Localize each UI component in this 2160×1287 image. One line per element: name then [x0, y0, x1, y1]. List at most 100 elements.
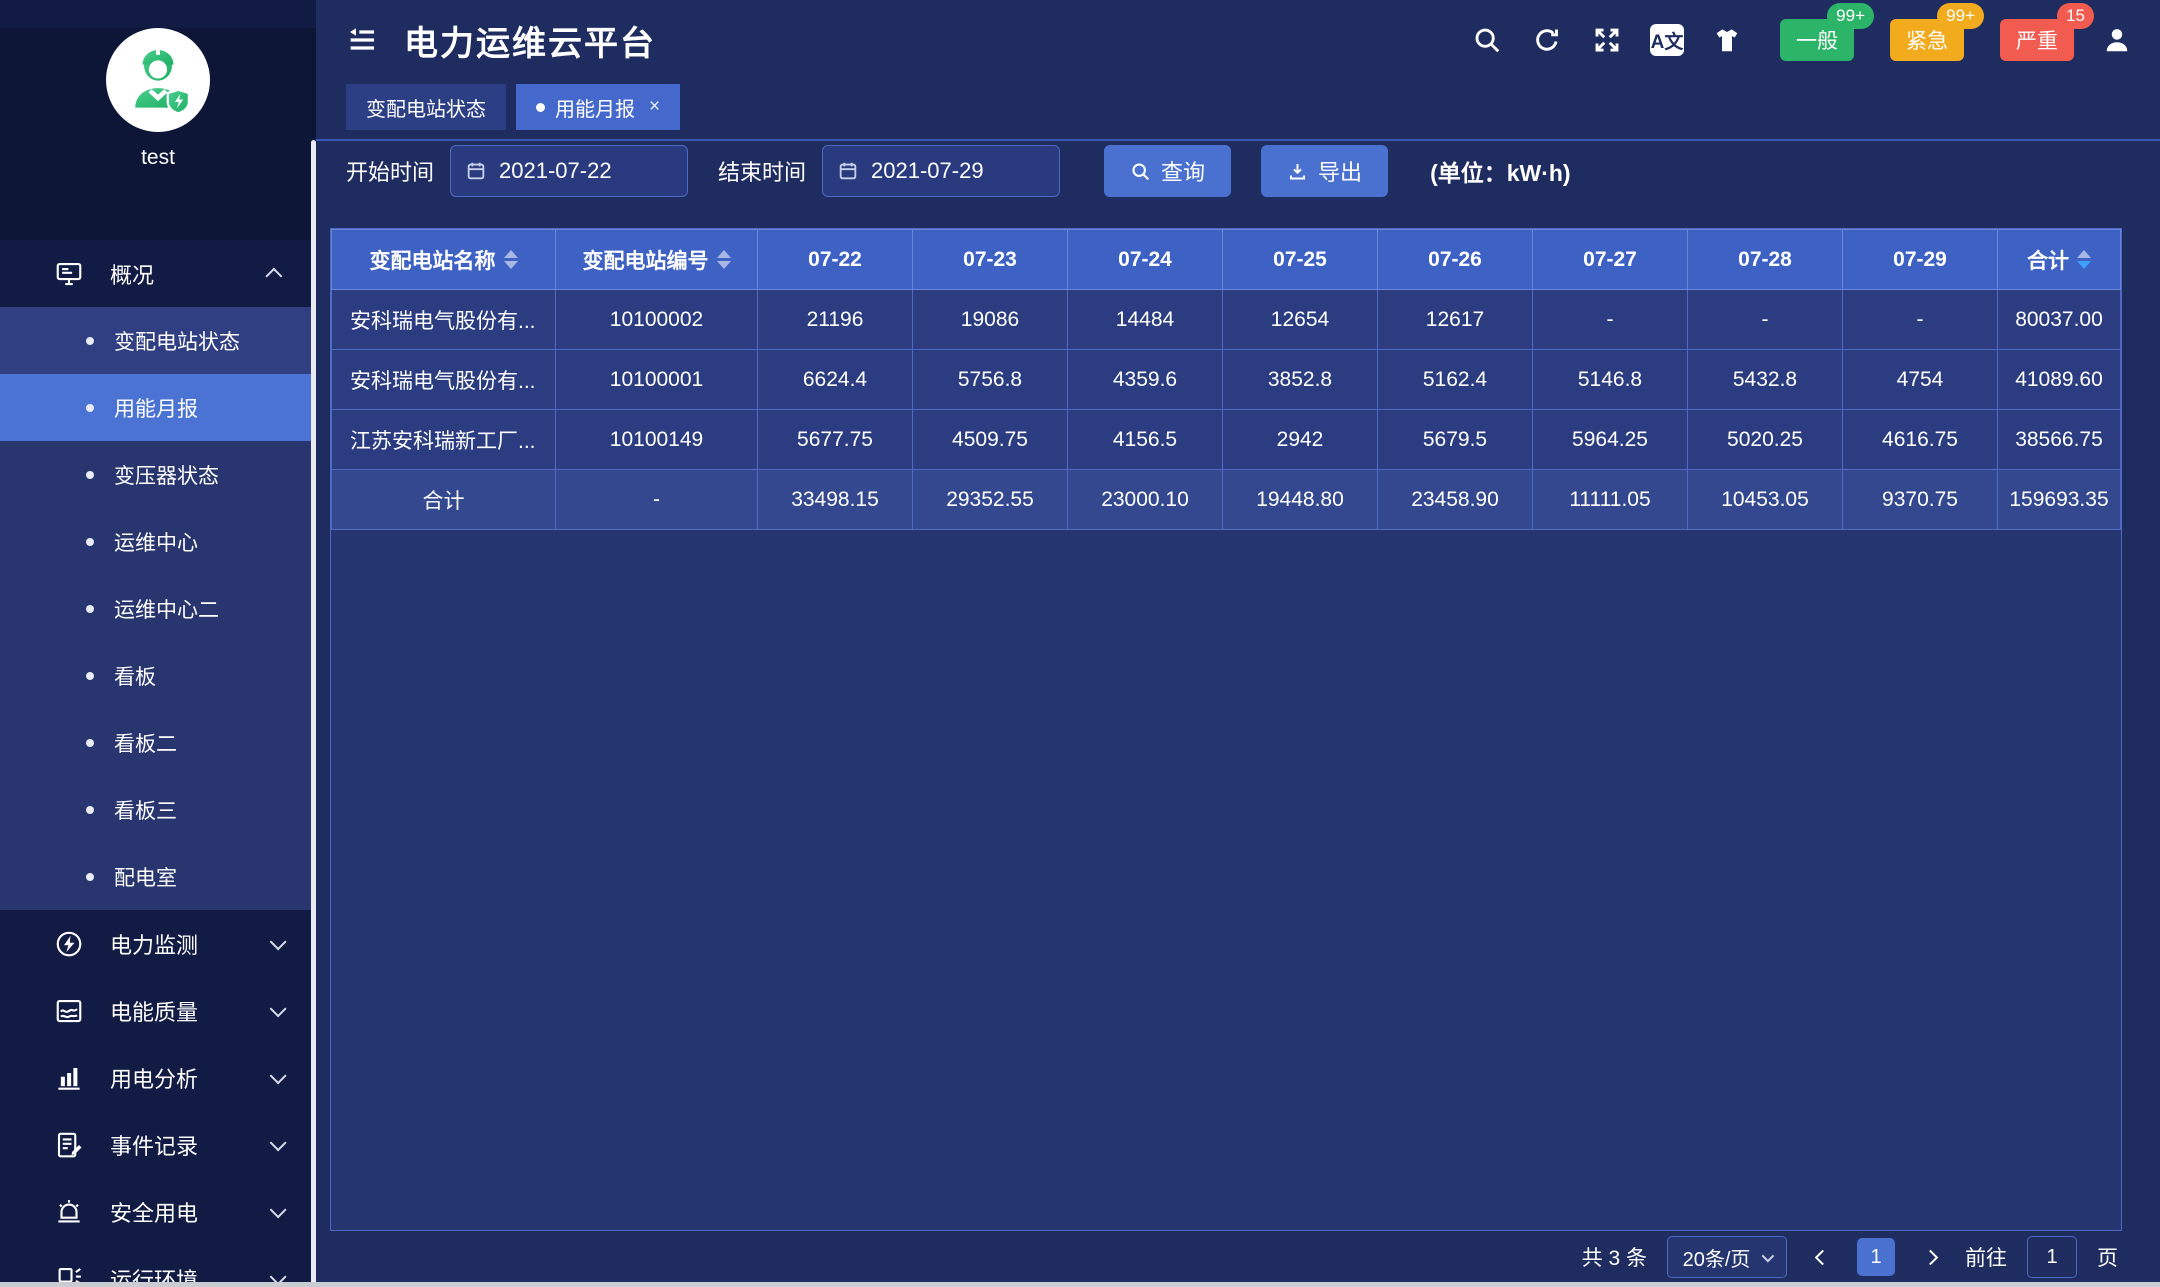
cell-d0723: 19086 [913, 290, 1068, 350]
summary-cell-d0726: 23458.90 [1378, 470, 1533, 530]
chevron-left-icon [1814, 1249, 1830, 1265]
worker-avatar-icon [119, 41, 197, 119]
sidebar-item-board-3[interactable]: 看板三 [0, 776, 316, 843]
column-label: 07-22 [808, 248, 862, 272]
summary-cell-d0727: 11111.05 [1533, 470, 1688, 530]
tab-energy-monthly-report[interactable]: 用能月报 × [516, 84, 680, 130]
sidebar-item-safe-power-use[interactable]: 安全用电 [0, 1178, 316, 1245]
column-header-d0726: 07-26 [1378, 230, 1533, 290]
sidebar-item-substation-status[interactable]: 变配电站状态 [0, 307, 316, 374]
user-icon[interactable] [2100, 23, 2134, 57]
goto-page-input[interactable] [2027, 1236, 2077, 1278]
main-area: 电力运维云平台 A文 [316, 0, 2160, 1287]
sidebar-item-label: 电能质量 [110, 995, 270, 1027]
cell-d0725: 3852.8 [1223, 350, 1378, 410]
chevron-down-icon [270, 1000, 287, 1017]
topbar: 电力运维云平台 A文 [316, 0, 2160, 80]
sidebar-item-power-monitoring[interactable]: 电力监测 [0, 910, 316, 977]
translate-icon[interactable]: A文 [1650, 24, 1684, 56]
end-date-input[interactable]: 2021-07-29 [822, 145, 1060, 197]
sidebar-item-power-room[interactable]: 配电室 [0, 843, 316, 910]
sort-asc-icon[interactable] [2077, 250, 2091, 258]
alert-urgent-button[interactable]: 紧急 99+ [1890, 19, 1964, 61]
column-label: 合计 [2027, 245, 2069, 275]
avatar[interactable] [106, 28, 210, 132]
column-header-station-name[interactable]: 变配电站名称 [332, 230, 556, 290]
sort-carets-icon[interactable] [2077, 250, 2091, 269]
sidebar-item-energy-monthly-report[interactable]: 用能月报 [0, 374, 316, 441]
sort-desc-icon[interactable] [504, 261, 518, 269]
column-header-station-code[interactable]: 变配电站编号 [556, 230, 758, 290]
alert-critical-button[interactable]: 严重 15 [2000, 19, 2074, 61]
sort-asc-icon[interactable] [717, 250, 731, 258]
sidebar-item-label: 电力监测 [110, 928, 270, 960]
sort-desc-icon[interactable] [2077, 261, 2091, 269]
wave-icon [54, 996, 84, 1026]
sidebar-item-event-records[interactable]: 事件记录 [0, 1111, 316, 1178]
table-row[interactable]: 安科瑞电气股份有...101000016624.45756.84359.6385… [332, 350, 2121, 410]
cell-d0723: 5756.8 [913, 350, 1068, 410]
cell-d0724: 14484 [1068, 290, 1223, 350]
cell-d0722: 6624.4 [758, 350, 913, 410]
horizontal-scrollbar[interactable] [0, 1282, 2160, 1287]
sidebar-item-operating-env[interactable]: 运行环境 [0, 1245, 316, 1287]
cell-d0722: 5677.75 [758, 410, 913, 470]
sidebar-item-overview[interactable]: 概况 [0, 240, 316, 307]
refresh-icon[interactable] [1530, 23, 1564, 57]
sidebar-item-ops-center[interactable]: 运维中心 [0, 508, 316, 575]
column-label: 07-26 [1428, 248, 1482, 272]
chevron-down-icon [270, 1134, 287, 1151]
sidebar-item-label: 事件记录 [110, 1129, 270, 1161]
chevron-down-icon [1762, 1249, 1775, 1262]
column-header-d0729: 07-29 [1843, 230, 1998, 290]
table-row[interactable]: 江苏安科瑞新工厂...101001495677.754509.754156.52… [332, 410, 2121, 470]
summary-cell-d0724: 23000.10 [1068, 470, 1223, 530]
cell-station-code: 10100149 [556, 410, 758, 470]
cell-d0726: 12617 [1378, 290, 1533, 350]
sidebar-item-ops-center-2[interactable]: 运维中心二 [0, 575, 316, 642]
start-date-input[interactable]: 2021-07-22 [450, 145, 688, 197]
chevron-down-icon [270, 933, 287, 950]
alert-critical-count-badge: 15 [2057, 3, 2094, 29]
cell-d0728: - [1688, 290, 1843, 350]
export-button[interactable]: 导出 [1261, 145, 1388, 197]
page-size-select[interactable]: 20条/页 [1667, 1236, 1787, 1278]
query-button[interactable]: 查询 [1104, 145, 1231, 197]
next-page-button[interactable] [1915, 1236, 1945, 1278]
sidebar-item-board[interactable]: 看板 [0, 642, 316, 709]
alert-urgent-count-badge: 99+ [1937, 3, 1984, 29]
prev-page-button[interactable] [1807, 1236, 1837, 1278]
page-number-button[interactable]: 1 [1857, 1238, 1895, 1276]
start-date-value: 2021-07-22 [499, 158, 612, 184]
alert-general-button[interactable]: 一般 99+ [1780, 19, 1854, 61]
alert-general-label: 一般 [1796, 30, 1838, 53]
bullet-icon [86, 471, 94, 479]
cell-d0725: 2942 [1223, 410, 1378, 470]
summary-cell-total: 159693.35 [1998, 470, 2121, 530]
cell-d0727: 5964.25 [1533, 410, 1688, 470]
sidebar-item-usage-analysis[interactable]: 用电分析 [0, 1044, 316, 1111]
tab-substation-status[interactable]: 变配电站状态 [346, 84, 506, 130]
pagination-bar: 共 3 条 20条/页 1 前往 页 [316, 1233, 2160, 1281]
sort-asc-icon[interactable] [504, 250, 518, 258]
cell-d0724: 4156.5 [1068, 410, 1223, 470]
sidebar: test 概况变配电站状态用能月报变压器状态运维中心运维中心二看板看板二看板三配… [0, 0, 316, 1287]
sidebar-menu: 概况变配电站状态用能月报变压器状态运维中心运维中心二看板看板二看板三配电室电力监… [0, 240, 316, 1287]
theme-shirt-icon[interactable] [1710, 23, 1744, 57]
sidebar-item-power-quality[interactable]: 电能质量 [0, 977, 316, 1044]
sort-carets-icon[interactable] [717, 250, 731, 269]
sidebar-item-transformer-status[interactable]: 变压器状态 [0, 441, 316, 508]
export-button-label: 导出 [1318, 155, 1362, 187]
table-row[interactable]: 安科瑞电气股份有...10100002211961908614484126541… [332, 290, 2121, 350]
column-label: 07-27 [1583, 248, 1637, 272]
sidebar-item-board-2[interactable]: 看板二 [0, 709, 316, 776]
fullscreen-icon[interactable] [1590, 23, 1624, 57]
tab-close-icon[interactable]: × [649, 96, 660, 118]
search-icon[interactable] [1470, 23, 1504, 57]
sort-desc-icon[interactable] [717, 261, 731, 269]
summary-cell-d0723: 29352.55 [913, 470, 1068, 530]
cell-total: 41089.60 [1998, 350, 2121, 410]
collapse-sidebar-icon[interactable] [346, 22, 382, 58]
column-header-total[interactable]: 合计 [1998, 230, 2121, 290]
sort-carets-icon[interactable] [504, 250, 518, 269]
